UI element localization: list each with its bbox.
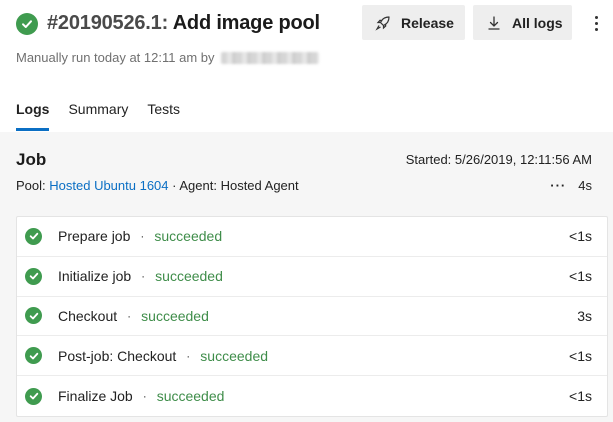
step-name: Post-job: Checkout xyxy=(58,347,177,364)
pool-label: Pool: xyxy=(16,178,46,193)
success-check-icon xyxy=(25,267,42,285)
title-row: #20190526.1: Add image pool xyxy=(16,12,320,35)
job-more-icon[interactable]: ··· xyxy=(550,178,566,193)
success-check-icon xyxy=(25,307,42,325)
success-check-icon xyxy=(25,387,42,405)
tab-logs[interactable]: Logs xyxy=(16,101,50,132)
step-name: Checkout xyxy=(58,307,118,324)
all-logs-button[interactable]: All logs xyxy=(473,5,572,40)
agent-text: · Agent: Hosted Agent xyxy=(172,178,299,193)
tab-tests[interactable]: Tests xyxy=(147,101,180,132)
run-id: #20190526.1: xyxy=(47,12,169,34)
run-header: #20190526.1: Add image pool Manually run… xyxy=(0,0,613,132)
separator-dot: · xyxy=(141,269,146,284)
step-duration: 3s xyxy=(577,307,592,324)
success-check-icon xyxy=(25,227,42,245)
tab-bar: Logs Summary Tests xyxy=(16,101,199,132)
steps-list: Prepare job · succeeded <1s Initialize j… xyxy=(16,216,608,417)
job-meta: Pool: Hosted Ubuntu 1604 · Agent: Hosted… xyxy=(16,178,299,193)
step-duration: <1s xyxy=(569,228,592,245)
job-started-time: Started: 5/26/2019, 12:11:56 AM xyxy=(405,152,592,167)
step-status: succeeded xyxy=(200,347,269,364)
step-row[interactable]: Post-job: Checkout · succeeded <1s xyxy=(17,336,607,377)
job-title: Job xyxy=(16,150,47,169)
separator-dot: · xyxy=(186,348,191,363)
step-duration: <1s xyxy=(569,388,592,405)
separator-dot: · xyxy=(127,308,132,323)
job-duration: ··· 4s xyxy=(550,178,592,193)
step-duration: <1s xyxy=(569,268,592,285)
job-duration-value: 4s xyxy=(578,178,592,193)
download-icon xyxy=(485,14,503,32)
success-check-icon xyxy=(25,347,42,365)
separator-dot: · xyxy=(140,229,145,244)
step-status: succeeded xyxy=(156,388,225,405)
run-trigger-text: Manually run today at 12:11 am by xyxy=(16,50,215,65)
pool-link[interactable]: Hosted Ubuntu 1604 xyxy=(49,178,168,193)
tab-summary[interactable]: Summary xyxy=(68,101,128,132)
run-subtitle: Manually run today at 12:11 am by xyxy=(16,50,319,65)
step-duration: <1s xyxy=(569,347,592,364)
release-label: Release xyxy=(401,14,454,31)
rocket-icon xyxy=(374,14,392,32)
redacted-user-name xyxy=(220,51,319,64)
step-status: succeeded xyxy=(155,268,223,285)
more-actions-icon[interactable] xyxy=(588,10,604,36)
step-name: Prepare job xyxy=(58,228,131,245)
success-check-icon xyxy=(16,12,38,35)
release-button[interactable]: Release xyxy=(362,5,465,40)
run-name: Add image pool xyxy=(172,12,320,34)
step-status: succeeded xyxy=(141,307,209,324)
step-row[interactable]: Prepare job · succeeded <1s xyxy=(17,217,607,257)
step-row[interactable]: Finalize Job · succeeded <1s xyxy=(17,376,607,416)
step-name: Finalize Job xyxy=(58,388,133,405)
logs-panel: Job Started: 5/26/2019, 12:11:56 AM Pool… xyxy=(0,132,613,422)
step-row[interactable]: Initialize job · succeeded <1s xyxy=(17,257,607,297)
page-title: #20190526.1: Add image pool xyxy=(47,12,320,35)
step-name: Initialize job xyxy=(58,268,132,285)
step-row[interactable]: Checkout · succeeded 3s xyxy=(17,297,607,337)
all-logs-label: All logs xyxy=(512,14,563,31)
separator-dot: · xyxy=(142,389,147,404)
step-status: succeeded xyxy=(154,228,223,245)
